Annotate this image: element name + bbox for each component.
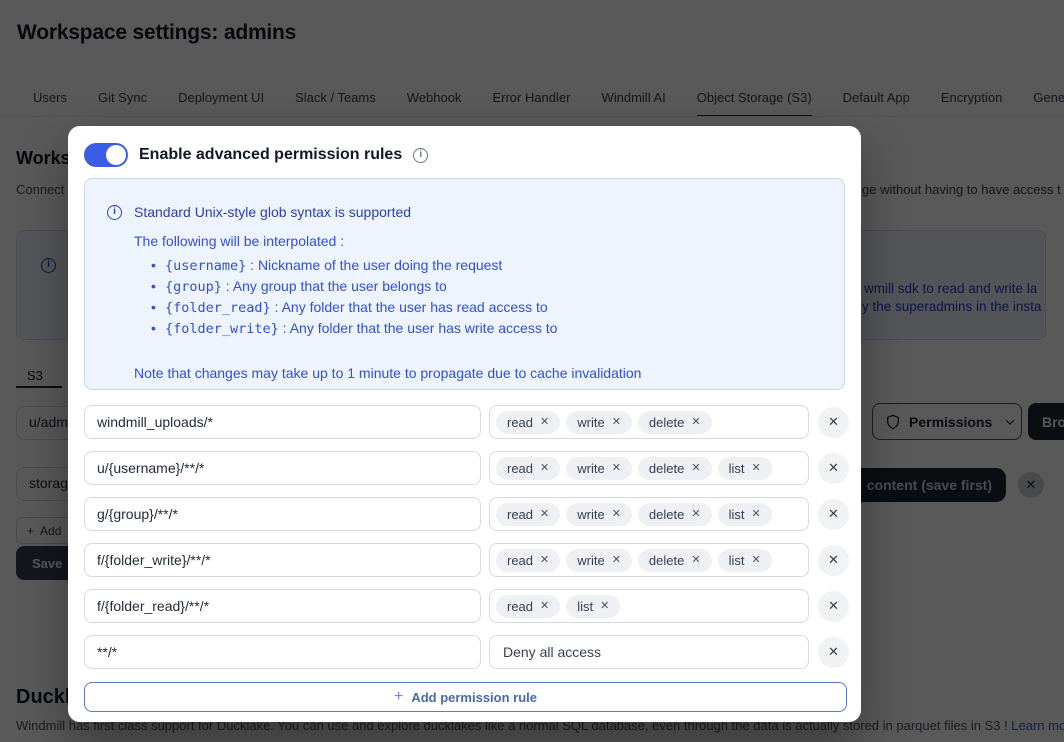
rule-permissions-box[interactable]: read ✕ list ✕ bbox=[489, 589, 809, 623]
remove-tag-icon[interactable]: ✕ bbox=[751, 508, 760, 520]
glob-syntax-info-panel: i Standard Unix-style glob syntax is sup… bbox=[84, 178, 845, 390]
add-permission-rule-button[interactable]: + Add permission rule bbox=[84, 682, 847, 712]
permission-rule-row: windmill_uploads/* read ✕ write ✕ delete ✕ … bbox=[84, 405, 849, 439]
permission-rule-row: **/* Deny all access ✕ bbox=[84, 635, 849, 669]
rule-pattern-input[interactable]: windmill_uploads/* bbox=[84, 405, 481, 439]
rule-pattern-input[interactable]: u/{username}/**/* bbox=[84, 451, 481, 485]
permission-rule-row: g/{group}/**/* read ✕ write ✕ delete ✕ list… bbox=[84, 497, 849, 531]
remove-rule-button[interactable]: ✕ bbox=[818, 406, 849, 438]
list-item: {folder_read} : Any folder that the user… bbox=[151, 297, 824, 318]
info-icon[interactable]: i bbox=[413, 147, 429, 163]
rule-pattern-input[interactable]: **/* bbox=[84, 635, 481, 669]
permission-tag: delete ✕ bbox=[637, 410, 712, 434]
remove-rule-button[interactable]: ✕ bbox=[818, 544, 849, 576]
remove-tag-icon[interactable]: ✕ bbox=[540, 554, 549, 566]
remove-tag-icon[interactable]: ✕ bbox=[540, 416, 549, 428]
panel-intro: The following will be interpolated : bbox=[134, 233, 345, 249]
permission-tag: read ✕ bbox=[496, 548, 561, 572]
permission-tag: read ✕ bbox=[496, 502, 561, 526]
remove-tag-icon[interactable]: ✕ bbox=[691, 462, 700, 474]
remove-tag-icon[interactable]: ✕ bbox=[612, 508, 621, 520]
remove-tag-icon[interactable]: ✕ bbox=[612, 462, 621, 474]
remove-tag-icon[interactable]: ✕ bbox=[691, 416, 700, 428]
remove-tag-icon[interactable]: ✕ bbox=[612, 416, 621, 428]
permission-rule-row: f/{folder_write}/**/* read ✕ write ✕ delet… bbox=[84, 543, 849, 577]
list-item: {group} : Any group that the user belong… bbox=[151, 276, 824, 297]
remove-tag-icon[interactable]: ✕ bbox=[691, 554, 700, 566]
remove-tag-icon[interactable]: ✕ bbox=[600, 600, 609, 612]
remove-rule-button[interactable]: ✕ bbox=[818, 498, 849, 530]
rule-permissions-box[interactable]: Deny all access bbox=[489, 635, 809, 669]
advanced-permission-rules-modal: Enable advanced permission rules i i Sta… bbox=[68, 126, 861, 722]
enable-rules-toggle-row: Enable advanced permission rules i bbox=[84, 143, 429, 167]
permission-tag: read ✕ bbox=[496, 594, 561, 618]
rule-pattern-input[interactable]: f/{folder_write}/**/* bbox=[84, 543, 481, 577]
rule-pattern-input[interactable]: f/{folder_read}/**/* bbox=[84, 589, 481, 623]
permission-tag: list ✕ bbox=[717, 456, 772, 480]
permission-rule-row: f/{folder_read}/**/* read ✕ list ✕ ✕ bbox=[84, 589, 849, 623]
permission-tag: list ✕ bbox=[717, 548, 772, 572]
permission-rule-row: u/{username}/**/* read ✕ write ✕ delete ✕ l… bbox=[84, 451, 849, 485]
remove-tag-icon[interactable]: ✕ bbox=[540, 600, 549, 612]
rule-permissions-box[interactable]: read ✕ write ✕ delete ✕ bbox=[489, 405, 809, 439]
remove-tag-icon[interactable]: ✕ bbox=[540, 508, 549, 520]
remove-rule-button[interactable]: ✕ bbox=[818, 636, 849, 668]
rule-permissions-box[interactable]: read ✕ write ✕ delete ✕ list ✕ bbox=[489, 543, 809, 577]
permission-tag: delete ✕ bbox=[637, 502, 712, 526]
list-item: {username} : Nickname of the user doing … bbox=[151, 255, 824, 276]
rule-permissions-box[interactable]: read ✕ write ✕ delete ✕ list ✕ bbox=[489, 497, 809, 531]
plus-icon: + bbox=[393, 688, 404, 705]
interpolation-list: {username} : Nickname of the user doing … bbox=[151, 255, 824, 339]
permission-tag: list ✕ bbox=[566, 594, 621, 618]
permission-tag: write ✕ bbox=[566, 410, 632, 434]
permission-tag: list ✕ bbox=[717, 502, 772, 526]
permission-tag: delete ✕ bbox=[637, 456, 712, 480]
rule-pattern-input[interactable]: g/{group}/**/* bbox=[84, 497, 481, 531]
rule-permissions-box[interactable]: read ✕ write ✕ delete ✕ list ✕ bbox=[489, 451, 809, 485]
cache-note: Note that changes may take up to 1 minut… bbox=[134, 365, 642, 381]
info-icon: i bbox=[107, 204, 122, 220]
permission-tag: write ✕ bbox=[566, 548, 632, 572]
enable-rules-toggle[interactable] bbox=[84, 143, 128, 167]
remove-rule-button[interactable]: ✕ bbox=[818, 590, 849, 622]
remove-tag-icon[interactable]: ✕ bbox=[751, 554, 760, 566]
enable-rules-label: Enable advanced permission rules bbox=[139, 146, 403, 163]
permission-tag: read ✕ bbox=[496, 456, 561, 480]
remove-tag-icon[interactable]: ✕ bbox=[751, 462, 760, 474]
permission-tag: delete ✕ bbox=[637, 548, 712, 572]
remove-tag-icon[interactable]: ✕ bbox=[540, 462, 549, 474]
panel-title: Standard Unix-style glob syntax is suppo… bbox=[134, 204, 412, 220]
deny-all-access-label: Deny all access bbox=[503, 644, 602, 660]
toggle-knob bbox=[106, 145, 126, 165]
list-item: {folder_write} : Any folder that the use… bbox=[151, 318, 824, 339]
permission-tag: write ✕ bbox=[566, 456, 632, 480]
remove-tag-icon[interactable]: ✕ bbox=[612, 554, 621, 566]
remove-rule-button[interactable]: ✕ bbox=[818, 452, 849, 484]
permission-tag: read ✕ bbox=[496, 410, 561, 434]
remove-tag-icon[interactable]: ✕ bbox=[691, 508, 700, 520]
permission-rules-list: windmill_uploads/* read ✕ write ✕ delete ✕ … bbox=[84, 405, 849, 681]
permission-tag: write ✕ bbox=[566, 502, 632, 526]
